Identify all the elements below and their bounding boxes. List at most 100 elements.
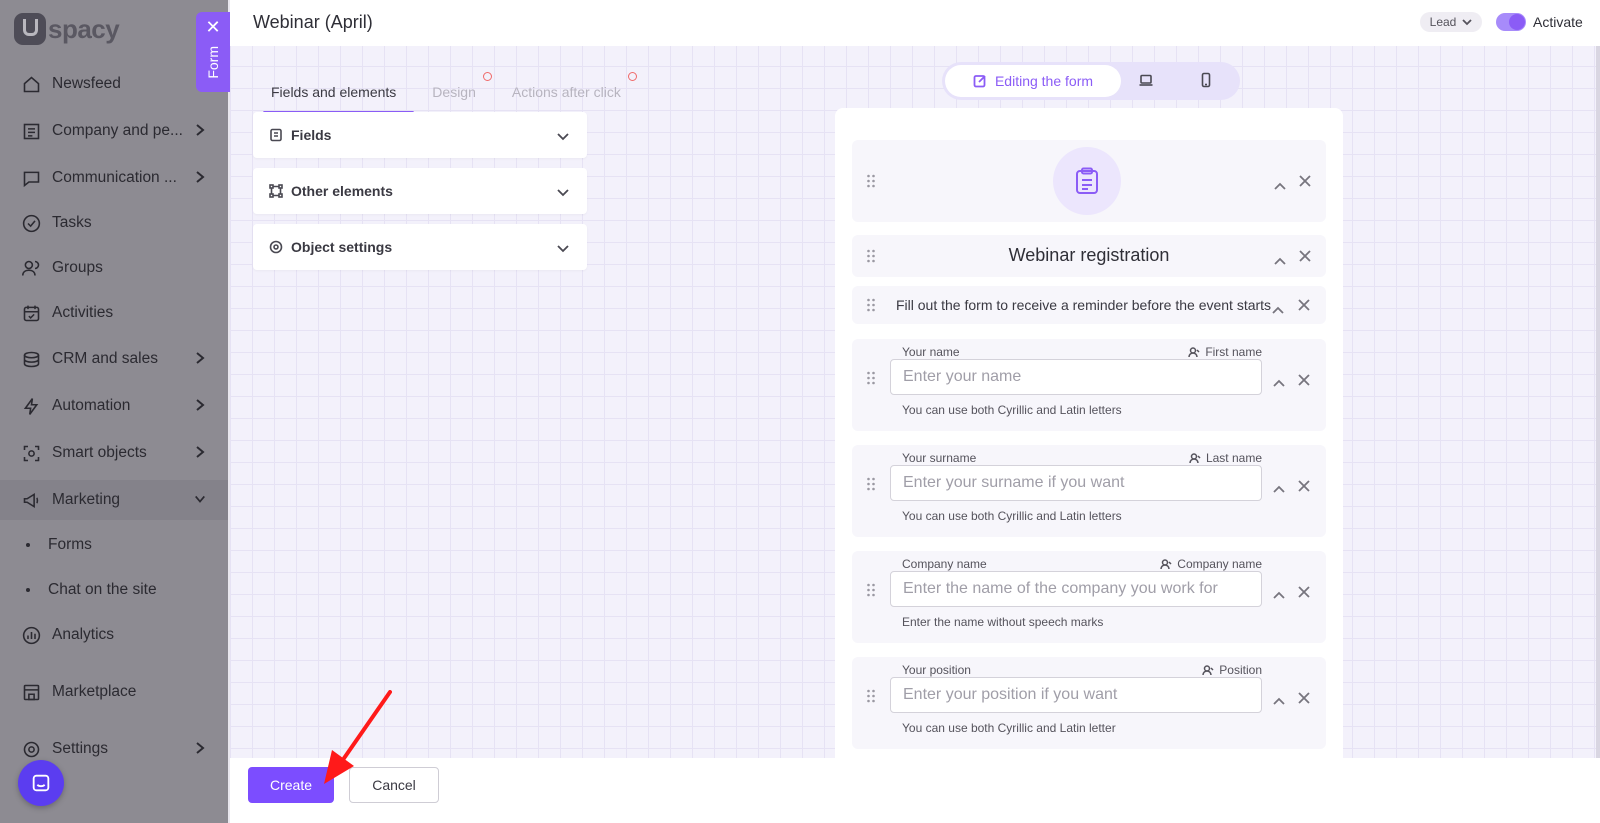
field-mapping[interactable]: Company name — [1160, 557, 1262, 571]
remove-icon[interactable] — [1298, 298, 1312, 312]
form-field-name[interactable]: Your name First name You can use both Cy… — [852, 339, 1326, 431]
remove-icon[interactable] — [1299, 174, 1313, 188]
move-up-icon[interactable] — [1273, 374, 1287, 387]
form-side-tab-label: Form — [205, 46, 221, 79]
remove-icon[interactable] — [1298, 479, 1312, 493]
sidebar-item-smart-objects[interactable]: Smart objects — [0, 433, 228, 473]
tab-label: Actions after click — [511, 84, 621, 100]
entity-type-select[interactable]: Lead — [1420, 12, 1482, 32]
coins-icon — [20, 348, 42, 370]
remove-icon[interactable] — [1299, 249, 1313, 263]
sidebar-subitem-forms[interactable]: Forms — [0, 527, 228, 563]
sidebar-item-marketing[interactable]: Marketing — [0, 480, 228, 520]
tab-fields-and-elements[interactable]: Fields and elements — [253, 70, 415, 114]
check-circle-icon — [20, 212, 42, 234]
remove-icon[interactable] — [1298, 691, 1312, 705]
edit-mode-label: Editing the form — [994, 73, 1094, 89]
field-mapping-label: Position — [1219, 663, 1262, 677]
sidebar-subitem-label: Chat on the site — [48, 581, 157, 598]
form-preview: Webinar registration Fill out the form t… — [835, 108, 1343, 758]
mobile-preview-button[interactable] — [1198, 72, 1216, 90]
remove-icon[interactable] — [1298, 373, 1312, 387]
form-block-description[interactable]: Fill out the form to receive a reminder … — [852, 286, 1326, 324]
sidebar-item-label: Tasks — [52, 214, 92, 231]
logo-mark — [14, 13, 46, 45]
sidebar-item-automation[interactable]: Automation — [0, 386, 228, 426]
sidebar-item-marketplace[interactable]: Marketplace — [0, 672, 228, 712]
desktop-preview-button[interactable] — [1138, 72, 1156, 90]
scrollbar[interactable] — [1596, 46, 1600, 806]
edit-mode-button[interactable]: Editing the form — [945, 65, 1121, 97]
company-input[interactable] — [890, 571, 1262, 607]
move-up-icon[interactable] — [1274, 252, 1288, 265]
drag-handle-icon[interactable] — [866, 298, 876, 312]
move-up-icon[interactable] — [1274, 177, 1288, 190]
settings-icon — [269, 240, 283, 254]
sidebar-item-activities[interactable]: Activities — [0, 293, 228, 333]
form-field-position[interactable]: Your position Position You can use both … — [852, 657, 1326, 749]
user-icon — [1160, 558, 1172, 569]
form-title: Webinar registration — [1008, 245, 1170, 265]
field-mapping[interactable]: First name — [1188, 345, 1262, 359]
move-up-icon[interactable] — [1273, 480, 1287, 493]
form-field-surname[interactable]: Your surname Last name You can use both … — [852, 445, 1326, 537]
field-mapping[interactable]: Last name — [1189, 451, 1262, 465]
sidebar-item-groups[interactable]: Groups — [0, 248, 228, 288]
field-hint: You can use both Cyrillic and Latin lett… — [902, 721, 1116, 735]
panel-object-settings[interactable]: Object settings — [253, 224, 587, 270]
field-label: Your surname — [902, 451, 977, 465]
logo[interactable]: spacy — [14, 12, 120, 46]
page-title[interactable]: Webinar (April) — [253, 12, 373, 33]
field-hint: You can use both Cyrillic and Latin lett… — [902, 403, 1122, 417]
field-mapping-label: Company name — [1177, 557, 1262, 571]
close-icon[interactable]: ✕ — [205, 18, 220, 36]
drag-handle-icon[interactable] — [866, 174, 876, 188]
form-block-title[interactable]: Webinar registration — [852, 235, 1326, 277]
user-icon — [1188, 346, 1200, 357]
support-chat-button[interactable] — [18, 760, 64, 806]
move-up-icon[interactable] — [1272, 301, 1286, 314]
chevron-right-icon — [194, 445, 206, 464]
annotation-arrow-icon — [324, 690, 392, 784]
form-field-company[interactable]: Company name Company name Enter the name… — [852, 551, 1326, 643]
building-icon — [20, 120, 42, 142]
chevron-right-icon — [194, 398, 206, 417]
form-block-icon[interactable] — [852, 140, 1326, 222]
tab-design[interactable]: Design — [414, 70, 494, 114]
position-input[interactable] — [890, 677, 1262, 713]
chat-bubble-icon — [32, 774, 50, 792]
entity-type-value: Lead — [1429, 15, 1457, 29]
panel-other-elements[interactable]: Other elements — [253, 168, 587, 214]
sidebar-subitem-chat-on-site[interactable]: Chat on the site — [0, 572, 228, 608]
sidebar-item-newsfeed[interactable]: Newsfeed — [0, 64, 228, 104]
tab-actions-after-click[interactable]: Actions after click — [494, 70, 639, 114]
drag-handle-icon[interactable] — [866, 583, 876, 597]
form-description: Fill out the form to receive a reminder … — [896, 297, 1272, 313]
sidebar-item-analytics[interactable]: Analytics — [0, 615, 228, 655]
drag-handle-icon[interactable] — [866, 689, 876, 703]
field-mapping[interactable]: Position — [1202, 663, 1262, 677]
logo-text: spacy — [48, 13, 120, 44]
remove-icon[interactable] — [1298, 585, 1312, 599]
surname-input[interactable] — [890, 465, 1262, 501]
sidebar-item-communication[interactable]: Communication ... — [0, 158, 228, 198]
panel-label: Fields — [291, 127, 332, 143]
move-up-icon[interactable] — [1273, 692, 1287, 705]
home-icon — [20, 73, 42, 95]
view-switcher: Editing the form — [942, 62, 1240, 100]
activate-toggle[interactable] — [1496, 13, 1526, 31]
sidebar-item-tasks[interactable]: Tasks — [0, 203, 228, 243]
move-up-icon[interactable] — [1273, 586, 1287, 599]
sidebar-item-label: Automation — [52, 397, 131, 414]
field-label: Your position — [902, 663, 971, 677]
drag-handle-icon[interactable] — [866, 371, 876, 385]
sidebar-item-crm[interactable]: CRM and sales — [0, 339, 228, 379]
form-side-tab[interactable]: ✕ Form — [196, 12, 230, 92]
name-input[interactable] — [890, 359, 1262, 395]
sidebar-item-label: Marketplace — [52, 683, 137, 700]
sidebar-item-company[interactable]: Company and pe... — [0, 111, 228, 151]
megaphone-icon — [20, 489, 42, 511]
field-mapping-label: Last name — [1205, 451, 1262, 465]
drag-handle-icon[interactable] — [866, 477, 876, 491]
panel-fields[interactable]: Fields — [253, 112, 587, 158]
